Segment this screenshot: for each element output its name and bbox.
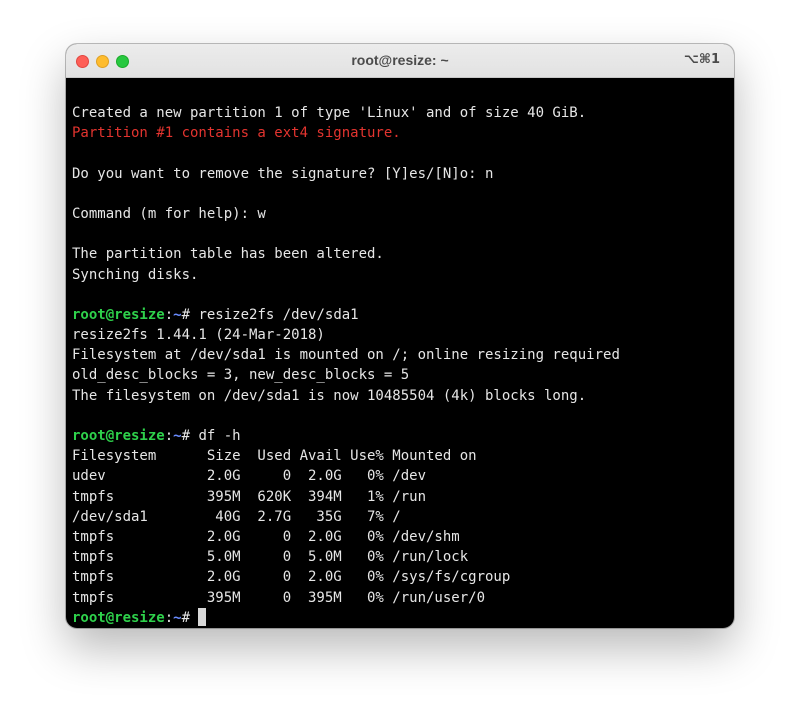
output-line: The filesystem on /dev/sda1 is now 10485… xyxy=(72,387,587,404)
title-bar[interactable]: root@resize: ~ ⌥⌘1 xyxy=(66,44,734,78)
prompt-path: ~ xyxy=(173,306,182,323)
output-line: old_desc_blocks = 3, new_desc_blocks = 5 xyxy=(72,367,410,384)
df-row: /dev/sda1 40G 2.7G 35G 7% / xyxy=(72,508,401,525)
df-header: Filesystem Size Used Avail Use% Mounted … xyxy=(72,448,477,465)
df-row: tmpfs 395M 620K 394M 1% /run xyxy=(72,488,427,505)
output-line: Synching disks. xyxy=(72,266,199,283)
prompt-separator: : xyxy=(164,428,174,444)
output-line: Created a new partition 1 of type 'Linux… xyxy=(72,105,587,121)
prompt-line[interactable]: root@resize:~# xyxy=(72,607,728,628)
output-line: resize2fs 1.44.1 (24-Mar-2018) xyxy=(72,327,325,344)
command-text: df -h xyxy=(198,428,241,444)
output-line: Do you want to remove the signature? [Y]… xyxy=(72,165,494,182)
output-line: Command (m for help): w xyxy=(72,205,266,222)
prompt-symbol: # xyxy=(181,428,199,444)
prompt-user-host: root@resize xyxy=(72,428,165,444)
error-line: Partition #1 contains a ext4 signature. xyxy=(72,125,401,142)
prompt-line: root@resize:~# df -h xyxy=(72,426,728,446)
prompt-path: ~ xyxy=(173,609,182,626)
df-row: udev 2.0G 0 2.0G 0% /dev xyxy=(72,468,427,485)
prompt-user-host: root@resize xyxy=(72,609,165,626)
prompt-user-host: root@resize xyxy=(72,306,165,323)
terminal-window: root@resize: ~ ⌥⌘1 Created a new partiti… xyxy=(66,44,734,628)
window-title: root@resize: ~ xyxy=(351,52,449,68)
output-line: Filesystem at /dev/sda1 is mounted on /;… xyxy=(72,347,620,364)
prompt-symbol: # xyxy=(181,306,199,323)
df-row: tmpfs 2.0G 0 2.0G 0% /sys/fs/cgroup xyxy=(72,569,511,586)
text-cursor[interactable] xyxy=(198,607,207,626)
prompt-line: root@resize:~# resize2fs /dev/sda1 xyxy=(72,305,728,325)
prompt-path: ~ xyxy=(173,428,182,444)
output-line: The partition table has been altered. xyxy=(72,246,384,263)
prompt-separator: : xyxy=(164,306,174,323)
df-row: tmpfs 2.0G 0 2.0G 0% /dev/shm xyxy=(72,528,460,545)
prompt-separator: : xyxy=(164,609,174,626)
prompt-symbol: # xyxy=(181,609,199,626)
command-text: resize2fs /dev/sda1 xyxy=(198,306,359,323)
df-row: tmpfs 5.0M 0 5.0M 0% /run/lock xyxy=(72,549,469,566)
terminal-output[interactable]: Created a new partition 1 of type 'Linux… xyxy=(72,103,728,628)
window-shortcut: ⌥⌘1 xyxy=(683,52,720,67)
df-row: tmpfs 395M 0 395M 0% /run/user/0 xyxy=(72,589,486,606)
